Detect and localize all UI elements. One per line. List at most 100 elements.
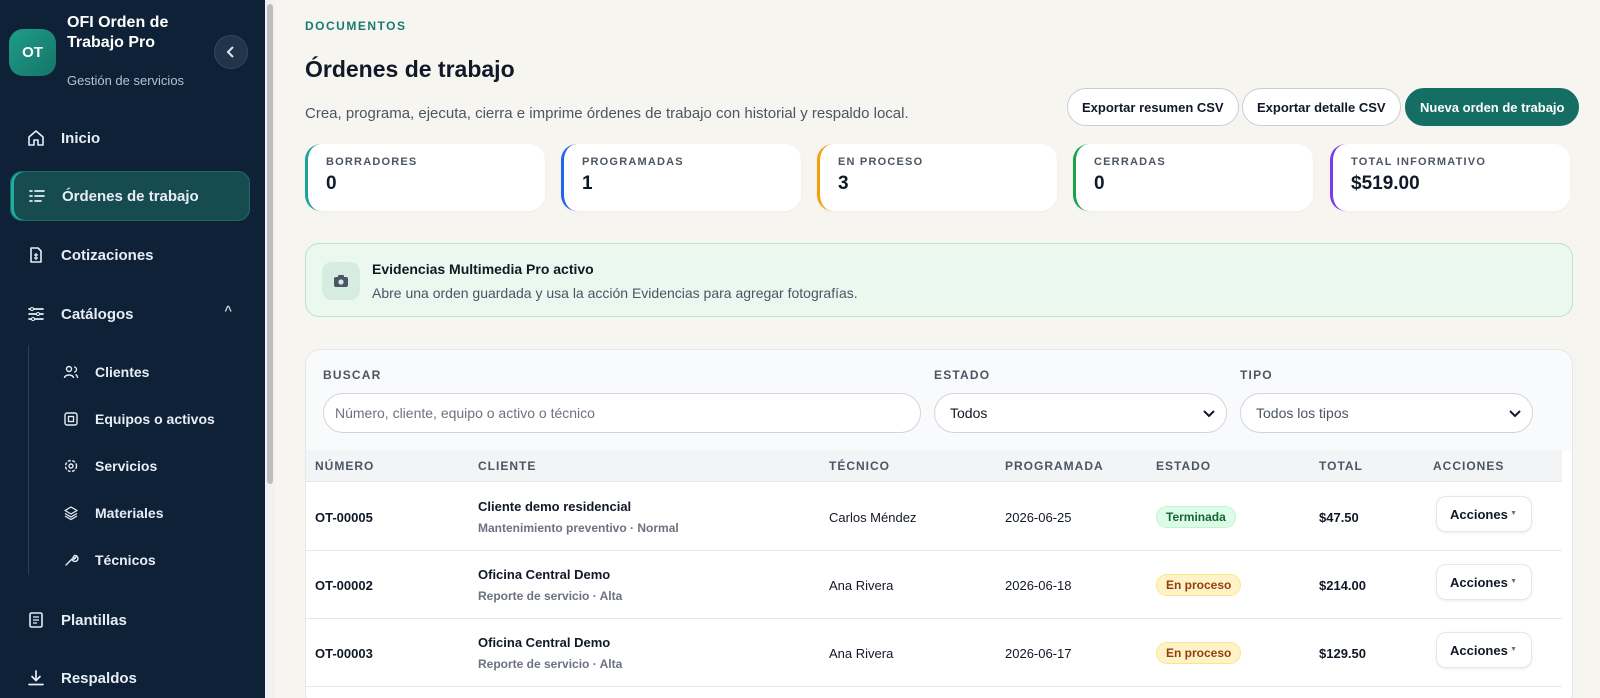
client-name: Oficina Central Demo — [478, 635, 611, 650]
list-icon — [28, 187, 46, 205]
camera-icon — [322, 262, 360, 300]
brand: OT OFI Orden de Trabajo Pro Gestión de s… — [0, 0, 265, 110]
table-row[interactable]: OT-00005 Cliente demo residencial Manten… — [306, 483, 1562, 551]
catalog-tree-line — [28, 345, 29, 575]
main-content: DOCUMENTOS Órdenes de trabajo Crea, prog… — [275, 0, 1600, 698]
sub-item-equipos[interactable]: Equipos o activos — [55, 399, 250, 439]
app-logo: OT — [9, 29, 56, 76]
order-detail: Reporte de servicio · Alta — [478, 657, 623, 671]
section-eyebrow: DOCUMENTOS — [305, 19, 407, 33]
order-total: $214.00 — [1319, 578, 1366, 593]
scheduled-date: 2026-06-18 — [1005, 578, 1072, 593]
nav-item-respaldos[interactable]: Respaldos — [10, 653, 250, 698]
export-detail-csv-button[interactable]: Exportar detalle CSV — [1242, 88, 1401, 126]
page-title: Órdenes de trabajo — [305, 56, 515, 82]
stat-value: 0 — [1094, 173, 1105, 194]
wrench-icon — [63, 552, 79, 568]
chevron-down-icon — [1509, 410, 1521, 418]
scrollbar-thumb[interactable] — [267, 4, 273, 484]
order-detail: Reporte de servicio · Alta — [478, 589, 623, 603]
new-work-order-button[interactable]: Nueva orden de trabajo — [1405, 88, 1580, 126]
sub-item-clientes[interactable]: Clientes — [55, 352, 250, 392]
document-icon — [27, 246, 45, 264]
stat-label: PROGRAMADAS — [582, 156, 684, 168]
chevron-left-icon — [226, 46, 234, 58]
sub-item-label: Equipos o activos — [95, 411, 215, 427]
nav-item-catalogos[interactable]: Catálogos ^ — [10, 289, 250, 339]
sub-item-label: Materiales — [95, 505, 164, 521]
order-total: $47.50 — [1319, 510, 1359, 525]
sidebar-scrollbar[interactable] — [265, 0, 275, 698]
stat-card-borradores: BORRADORES 0 — [305, 144, 545, 211]
stat-label: CERRADAS — [1094, 156, 1166, 168]
sub-item-label: Clientes — [95, 364, 150, 380]
column-header: ACCIONES — [1433, 459, 1505, 473]
column-header: PROGRAMADA — [1005, 459, 1104, 473]
status-badge: En proceso — [1156, 642, 1242, 664]
template-icon — [27, 611, 45, 629]
column-header: CLIENTE — [478, 459, 537, 473]
table-row[interactable]: OT-00003 Oficina Central Demo Reporte de… — [306, 619, 1562, 687]
nav-item-plantillas[interactable]: Plantillas — [10, 595, 250, 645]
status-select-value: Todos — [950, 405, 988, 421]
nav-item-ordenes[interactable]: Órdenes de trabajo — [10, 171, 250, 221]
actions-dropdown-button[interactable]: Acciones ▼ — [1436, 564, 1532, 600]
stat-value: 3 — [838, 173, 849, 194]
stat-value: $519.00 — [1351, 173, 1420, 194]
app-subtitle: Gestión de servicios — [67, 73, 185, 88]
notice-title: Evidencias Multimedia Pro activo — [372, 261, 594, 277]
nav-item-inicio[interactable]: Inicio — [10, 113, 250, 163]
order-detail: Mantenimiento preventivo · Normal — [478, 521, 679, 535]
stat-label: EN PROCESO — [838, 156, 924, 168]
sub-item-materiales[interactable]: Materiales — [55, 493, 250, 533]
chevron-down-icon — [1203, 410, 1215, 418]
collapse-sidebar-button[interactable] — [214, 35, 248, 69]
column-header: TÉCNICO — [829, 459, 890, 473]
actions-label: Acciones — [1450, 506, 1508, 522]
technician: Ana Rivera — [829, 646, 894, 661]
sub-item-label: Servicios — [95, 458, 158, 474]
nav-item-label: Cotizaciones — [61, 246, 154, 264]
type-select[interactable]: Todos los tipos — [1240, 393, 1533, 433]
nav-item-label: Plantillas — [61, 611, 127, 629]
status-badge: Terminada — [1156, 506, 1236, 528]
filters-bar: BUSCAR Número, cliente, equipo o activo … — [306, 350, 1572, 450]
status-filter-label: ESTADO — [934, 368, 991, 382]
nav-item-cotizaciones[interactable]: Cotizaciones — [10, 230, 250, 280]
stat-card-en-proceso: EN PROCESO 3 — [817, 144, 1057, 211]
column-header: NÚMERO — [315, 459, 375, 473]
status-select[interactable]: Todos — [934, 393, 1227, 433]
type-filter-label: TIPO — [1240, 368, 1273, 382]
asset-icon — [63, 411, 79, 427]
actions-label: Acciones — [1450, 574, 1508, 590]
caret-down-icon: ▼ — [1510, 578, 1517, 585]
sub-item-servicios[interactable]: Servicios — [55, 446, 250, 486]
home-icon — [27, 129, 45, 147]
actions-dropdown-button[interactable]: Acciones ▼ — [1436, 632, 1532, 668]
download-icon — [27, 669, 45, 687]
scheduled-date: 2026-06-25 — [1005, 510, 1072, 525]
actions-dropdown-button[interactable]: Acciones ▼ — [1436, 496, 1532, 532]
search-input[interactable]: Número, cliente, equipo o activo o técni… — [323, 393, 921, 433]
sub-item-tecnicos[interactable]: Técnicos — [55, 540, 250, 580]
catalog-icon — [27, 305, 45, 323]
nav-item-label: Respaldos — [61, 669, 137, 687]
sub-item-label: Técnicos — [95, 552, 156, 568]
caret-up-icon: ^ — [224, 303, 232, 318]
page-description: Crea, programa, ejecuta, cierra e imprim… — [305, 105, 909, 122]
stat-card-programadas: PROGRAMADAS 1 — [561, 144, 801, 211]
order-number: OT-00005 — [315, 510, 373, 525]
technician: Ana Rivera — [829, 578, 894, 593]
orders-panel: BUSCAR Número, cliente, equipo o activo … — [305, 349, 1573, 698]
stat-label: BORRADORES — [326, 156, 418, 168]
export-summary-csv-button[interactable]: Exportar resumen CSV — [1067, 88, 1239, 126]
actions-label: Acciones — [1450, 642, 1508, 658]
stat-label: TOTAL INFORMATIVO — [1351, 156, 1487, 168]
nav-item-label: Inicio — [61, 129, 101, 147]
scheduled-date: 2026-06-17 — [1005, 646, 1072, 661]
caret-down-icon: ▼ — [1510, 510, 1517, 517]
table-row[interactable]: OT-00002 Oficina Central Demo Reporte de… — [306, 551, 1562, 619]
order-total: $129.50 — [1319, 646, 1366, 661]
sidebar: OT OFI Orden de Trabajo Pro Gestión de s… — [0, 0, 265, 698]
layers-icon — [63, 505, 79, 521]
